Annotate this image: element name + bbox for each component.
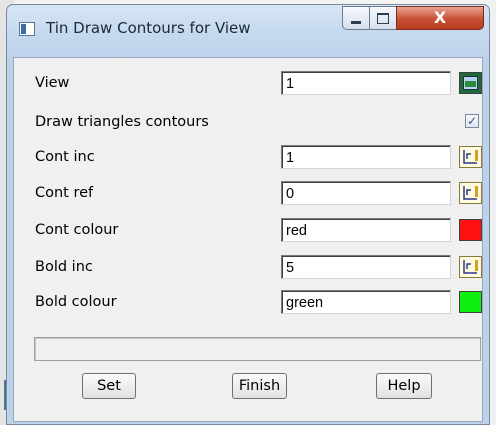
cont-ref-input[interactable]: 0 xyxy=(281,181,451,205)
cont-ref-row: Cont ref 0 xyxy=(14,181,482,207)
cont-colour-swatch[interactable] xyxy=(459,219,482,241)
bold-colour-swatch[interactable] xyxy=(459,291,482,313)
minimize-button[interactable] xyxy=(342,6,370,30)
cont-colour-row: Cont colour red xyxy=(14,218,482,244)
view-picker-icon[interactable] xyxy=(459,72,482,94)
close-icon: X xyxy=(433,8,447,27)
draw-triangles-row: Draw triangles contours ✓ xyxy=(14,110,482,136)
contour-interval-glyph xyxy=(463,150,478,164)
finish-button[interactable]: Finish xyxy=(232,373,287,399)
status-bar xyxy=(34,337,481,361)
cont-inc-label: Cont inc xyxy=(35,149,95,165)
minimize-icon xyxy=(351,20,361,24)
bold-inc-input[interactable]: 5 xyxy=(281,255,451,279)
view-label: View xyxy=(35,75,70,91)
contour-interval-icon[interactable] xyxy=(459,182,482,204)
set-button[interactable]: Set xyxy=(82,373,136,399)
bold-colour-label: Bold colour xyxy=(35,294,117,310)
cont-ref-label: Cont ref xyxy=(35,185,94,201)
window-title: Tin Draw Contours for View xyxy=(46,19,251,37)
dialog-window: Tin Draw Contours for View X View 1 Draw… xyxy=(6,4,490,425)
contour-interval-icon[interactable] xyxy=(459,256,482,278)
maximize-icon xyxy=(377,12,389,24)
contour-interval-glyph xyxy=(463,186,478,200)
draw-triangles-checkbox[interactable]: ✓ xyxy=(465,114,479,128)
bold-colour-row: Bold colour green xyxy=(14,290,482,316)
bold-inc-label: Bold inc xyxy=(35,259,93,275)
cont-inc-row: Cont inc 1 xyxy=(14,145,482,171)
view-input[interactable]: 1 xyxy=(281,71,451,95)
title-bar[interactable]: Tin Draw Contours for View X xyxy=(7,5,489,57)
cont-inc-input[interactable]: 1 xyxy=(281,145,451,169)
cont-colour-label: Cont colour xyxy=(35,222,119,238)
draw-triangles-label: Draw triangles contours xyxy=(35,114,209,130)
cont-colour-input[interactable]: red xyxy=(281,218,451,242)
help-button[interactable]: Help xyxy=(376,373,432,399)
app-icon xyxy=(19,22,35,36)
contour-interval-glyph xyxy=(463,260,478,274)
contour-interval-icon[interactable] xyxy=(459,146,482,168)
maximize-button[interactable] xyxy=(369,6,397,30)
close-button[interactable]: X xyxy=(396,6,484,30)
dialog-body: View 1 Draw triangles contours ✓ Cont in… xyxy=(13,57,483,422)
bold-inc-row: Bold inc 5 xyxy=(14,255,482,281)
view-row: View 1 xyxy=(14,71,482,97)
bold-colour-input[interactable]: green xyxy=(281,290,451,314)
